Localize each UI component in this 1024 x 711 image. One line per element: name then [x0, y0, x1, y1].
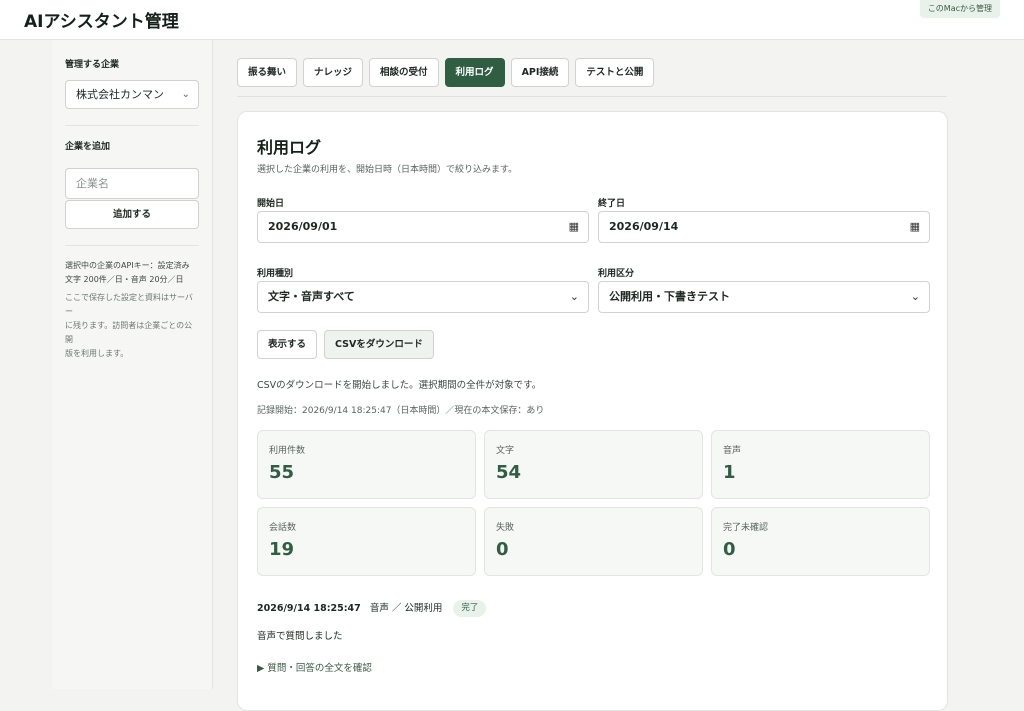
chevron-down-icon: ⌄ — [910, 290, 920, 303]
api-key-note: 選択中の企業のAPIキー：設定済み 文字 200件／日・音声 20分／日 — [65, 259, 199, 287]
stat-value: 19 — [269, 539, 295, 560]
company-select-label: 管理する企業 — [65, 60, 120, 70]
local-admin-badge: このMacから管理 — [919, 0, 1000, 18]
tab-knowledge[interactable]: ナレッジ — [303, 58, 364, 87]
stat-label: 失敗 — [496, 523, 515, 533]
csv-status-message: CSVのダウンロードを開始しました。選択期間の全件が対象です。 — [257, 380, 542, 391]
usage-category-value: 公開利用・下書きテスト — [609, 290, 730, 303]
stat-value: 0 — [723, 539, 736, 560]
stat-label: 利用件数 — [269, 446, 306, 456]
usage-type-label: 利用種別 — [257, 269, 294, 279]
calendar-icon[interactable]: ▦ — [910, 212, 920, 242]
start-date-input[interactable]: 2026/09/01 ▦ — [257, 211, 589, 243]
panel-description: 選択した企業の利用を、開始日時（日本時間）で絞り込みます。 — [257, 165, 518, 175]
tab-behavior[interactable]: 振る舞い — [237, 58, 298, 87]
company-select-value: 株式会社カンマン — [76, 88, 164, 101]
stat-unconfirmed: 完了未確認 0 — [711, 507, 930, 576]
stat-voice: 音声 1 — [711, 430, 930, 499]
api-key-status: 選択中の企業のAPIキー：設定済み — [65, 261, 190, 270]
status-badge: 完了 — [453, 600, 487, 617]
end-date-label: 終了日 — [598, 199, 626, 209]
usage-type-select[interactable]: 文字・音声すべて ⌄ — [257, 281, 589, 313]
add-company-label: 企業を追加 — [65, 142, 111, 152]
storage-note-line: 版を利用します。 — [65, 349, 129, 358]
log-entry-detail-toggle[interactable]: ▶ 質問・回答の全文を確認 — [257, 660, 372, 674]
stat-label: 音声 — [723, 446, 742, 456]
stat-failures: 失敗 0 — [484, 507, 703, 576]
stat-label: 完了未確認 — [723, 523, 769, 533]
stat-conversations: 会話数 19 — [257, 507, 476, 576]
company-name-input[interactable]: 企業名 — [65, 168, 199, 199]
end-date-input[interactable]: 2026/09/14 ▦ — [598, 211, 930, 243]
add-company-button[interactable]: 追加する — [65, 200, 199, 229]
usage-type-value: 文字・音声すべて — [268, 290, 355, 303]
app-title: AIアシスタント管理 — [24, 12, 179, 32]
usage-category-label: 利用区分 — [598, 269, 635, 279]
show-button[interactable]: 表示する — [257, 330, 318, 359]
api-quota: 文字 200件／日・音声 20分／日 — [65, 275, 184, 284]
stat-label: 会話数 — [269, 523, 297, 533]
company-select[interactable]: 株式会社カンマン ⌄ — [65, 80, 199, 109]
record-info: 記録開始：2026/9/14 18:25:47（日本時間）／現在の本文保存：あり — [257, 406, 545, 416]
storage-note-line: ここで保存した設定と資料はサーバー — [65, 293, 193, 316]
stat-value: 0 — [496, 539, 509, 560]
panel-title: 利用ログ — [257, 138, 322, 157]
app-header: AIアシスタント管理 このMacから管理 — [0, 0, 1024, 40]
storage-note: ここで保存した設定と資料はサーバー に残ります。訪問者は企業ごとの公開 版を利用… — [65, 291, 199, 361]
tab-usage-log[interactable]: 利用ログ — [444, 58, 505, 87]
end-date-value: 2026/09/14 — [609, 220, 679, 233]
stat-value: 1 — [723, 462, 736, 483]
tab-consultation[interactable]: 相談の受付 — [369, 58, 439, 87]
start-date-value: 2026/09/01 — [268, 220, 338, 233]
start-date-label: 開始日 — [257, 199, 285, 209]
tab-bar: 振る舞い ナレッジ 相談の受付 利用ログ API接続 テストと公開 — [237, 58, 655, 87]
chevron-down-icon: ⌄ — [569, 290, 579, 303]
sidebar-divider — [65, 125, 199, 126]
chevron-down-icon: ⌄ — [181, 89, 190, 100]
sidebar: 管理する企業 株式会社カンマン ⌄ 企業を追加 企業名 追加する 選択中の企業の… — [52, 40, 213, 689]
log-entry-time: 2026/9/14 18:25:47 — [257, 603, 361, 614]
log-entry-meta: 音声 ／ 公開利用 — [369, 603, 443, 614]
usage-log-panel: 利用ログ 選択した企業の利用を、開始日時（日本時間）で絞り込みます。 開始日 2… — [237, 111, 948, 711]
calendar-icon[interactable]: ▦ — [569, 212, 579, 242]
storage-note-line: に残ります。訪問者は企業ごとの公開 — [65, 321, 193, 344]
tab-divider — [237, 96, 947, 97]
csv-download-button[interactable]: CSVをダウンロード — [324, 330, 434, 359]
tab-api[interactable]: API接続 — [510, 58, 570, 87]
usage-category-select[interactable]: 公開利用・下書きテスト ⌄ — [598, 281, 930, 313]
log-entry-header: 2026/9/14 18:25:47 音声 ／ 公開利用 完了 — [257, 600, 487, 617]
stat-label: 文字 — [496, 446, 515, 456]
tab-test-publish[interactable]: テストと公開 — [575, 58, 655, 87]
stat-value: 55 — [269, 462, 295, 483]
stat-value: 54 — [496, 462, 522, 483]
stat-text: 文字 54 — [484, 430, 703, 499]
main-content: 振る舞い ナレッジ 相談の受付 利用ログ API接続 テストと公開 利用ログ 選… — [213, 40, 1024, 711]
log-entry-text: 音声で質問しました — [257, 631, 343, 642]
sidebar-divider — [65, 245, 199, 246]
stat-total-usage: 利用件数 55 — [257, 430, 476, 499]
